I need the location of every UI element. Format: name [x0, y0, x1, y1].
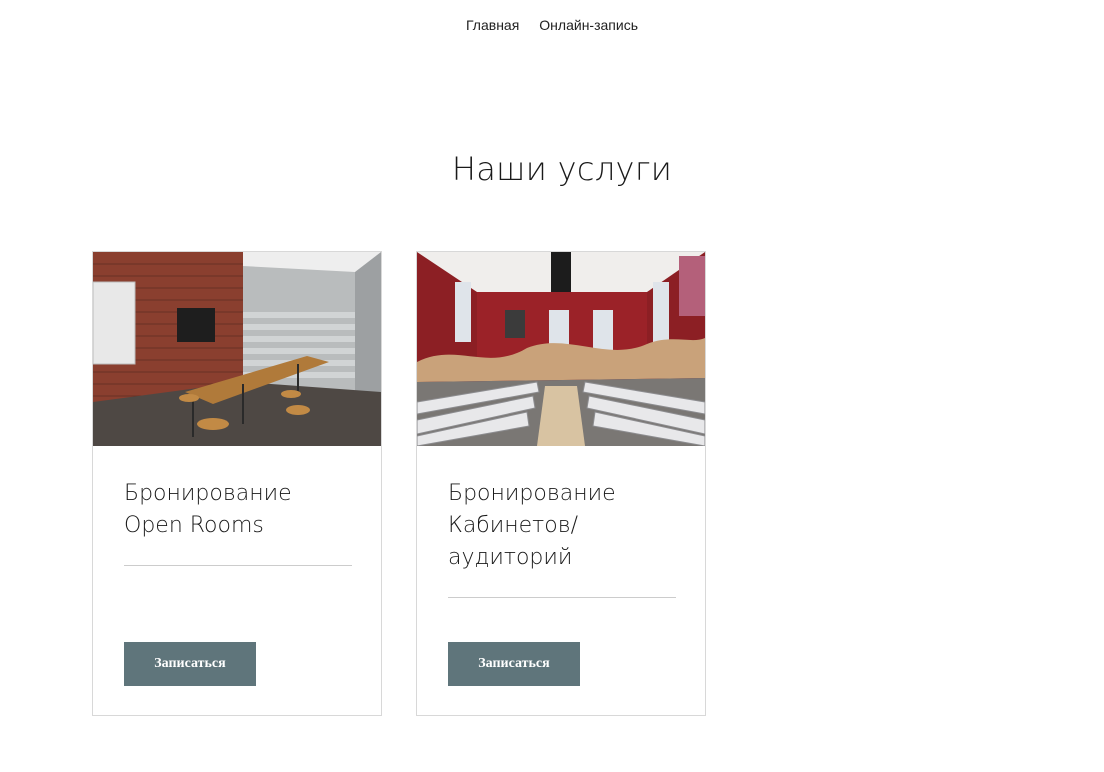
book-button[interactable]: Записаться: [448, 642, 580, 686]
service-card-open-rooms: Бронирование Open Rooms Записаться: [92, 251, 382, 716]
service-card-title-line: Кабинетов/: [448, 513, 579, 538]
service-card-title: Бронирование Open Rooms: [124, 478, 354, 542]
service-card-title-line: Open Rooms: [124, 513, 264, 538]
service-card-title-line: Бронирование: [124, 481, 292, 506]
book-button[interactable]: Записаться: [124, 642, 256, 686]
nav-link-online-booking[interactable]: Онлайн-запись: [529, 14, 648, 36]
auditorium-illustration: [417, 252, 705, 446]
service-card-title-line: Бронирование: [448, 481, 616, 506]
open-room-illustration: [93, 252, 381, 446]
top-navigation: Главная Онлайн-запись: [0, 14, 1104, 36]
service-card-auditoriums: Бронирование Кабинетов/ аудиторий Записа…: [416, 251, 706, 716]
service-card-title: Бронирование Кабинетов/ аудиторий: [448, 478, 678, 574]
open-room-photo: [93, 252, 381, 446]
divider: [448, 597, 676, 598]
divider: [124, 565, 352, 566]
auditorium-photo: [417, 252, 705, 446]
nav-link-home[interactable]: Главная: [456, 14, 529, 36]
service-card-title-line: аудиторий: [448, 545, 573, 570]
section-title: Наши услуги: [451, 150, 673, 188]
